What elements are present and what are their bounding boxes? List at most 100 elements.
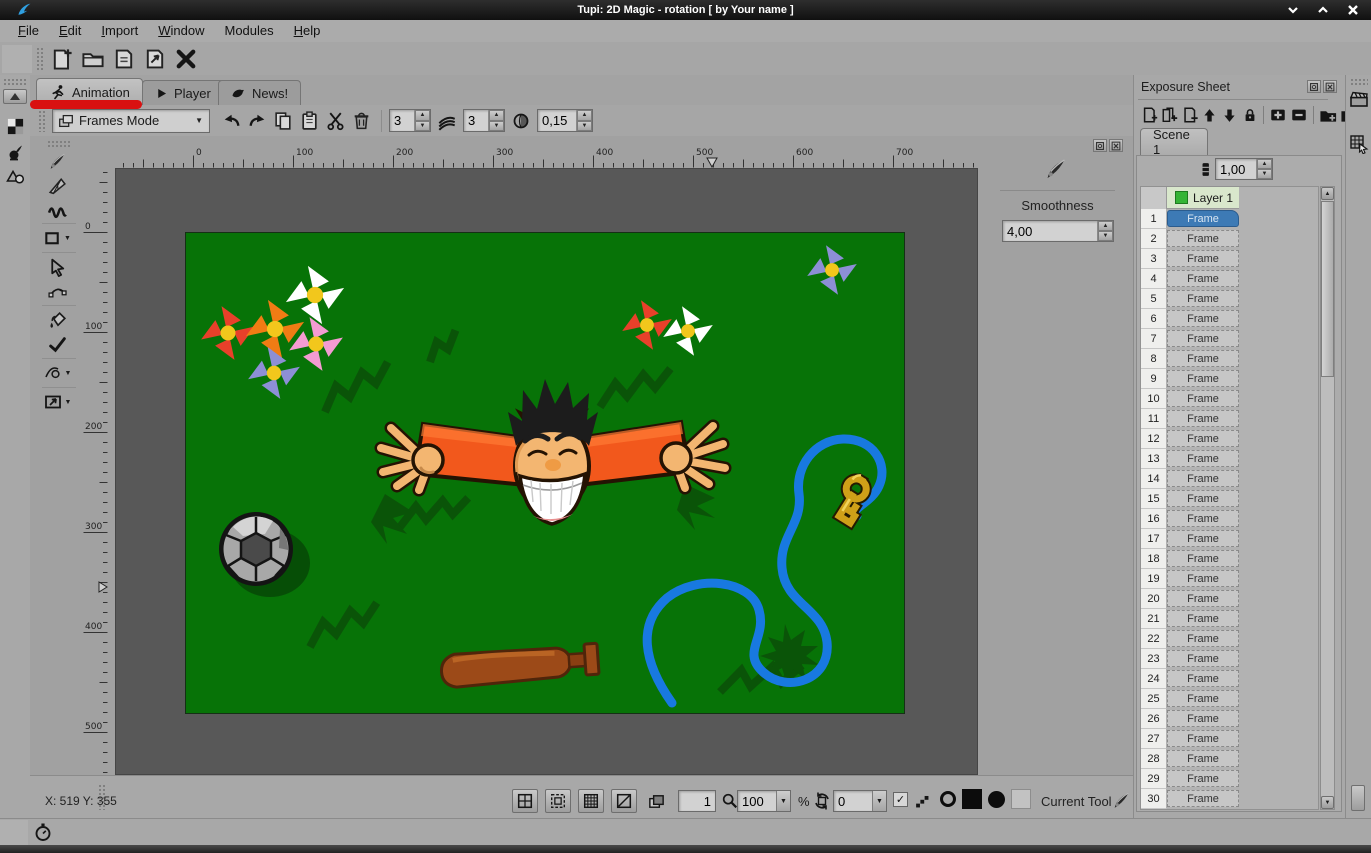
- exposure-restore-button[interactable]: [1307, 80, 1321, 93]
- frame-number-cell[interactable]: 5: [1141, 289, 1167, 309]
- frame-cell[interactable]: Frame: [1167, 550, 1239, 567]
- frame-cell[interactable]: Frame: [1167, 590, 1239, 607]
- close-project-button[interactable]: [172, 45, 200, 73]
- squiggle-tool-button[interactable]: [36, 197, 78, 221]
- lock-frame-button[interactable]: [1240, 104, 1259, 126]
- frame-cell[interactable]: Frame: [1167, 670, 1239, 687]
- ink-tool-button[interactable]: [36, 173, 78, 197]
- cut-frame-button[interactable]: [322, 108, 348, 134]
- frame-cell[interactable]: Frame: [1167, 490, 1239, 507]
- window-maximize-button[interactable]: [1317, 4, 1329, 16]
- pencil-tool-button[interactable]: [36, 149, 78, 173]
- move-frame-up-button[interactable]: [1200, 104, 1219, 126]
- frame-cell[interactable]: Frame: [1167, 390, 1239, 407]
- full-grid-toggle-button[interactable]: [578, 789, 604, 813]
- frame-number-cell[interactable]: 4: [1141, 269, 1167, 289]
- copies-input[interactable]: [390, 113, 414, 128]
- brushes-icon[interactable]: [4, 141, 26, 163]
- redo-button[interactable]: [244, 108, 270, 134]
- frame-cell[interactable]: Frame: [1167, 790, 1239, 807]
- rectangle-tool-button[interactable]: ▼: [36, 226, 78, 250]
- antialiasing-checkbox[interactable]: ✓: [893, 792, 908, 807]
- tool-palette-grip[interactable]: [47, 140, 71, 147]
- ellipse-tool-button[interactable]: ▼: [36, 361, 78, 385]
- safe-area-toggle-button[interactable]: [545, 789, 571, 813]
- library-shapes-icon[interactable]: [3, 165, 27, 187]
- frame-cell[interactable]: Frame: [1167, 650, 1239, 667]
- node-tool-button[interactable]: [36, 279, 78, 303]
- frame-number-cell[interactable]: 22: [1141, 629, 1167, 649]
- frame-cell[interactable]: Frame: [1167, 750, 1239, 767]
- insert-scene-button[interactable]: [1318, 104, 1338, 126]
- frame-cell[interactable]: Frame: [1167, 330, 1239, 347]
- scrollbar-up-button[interactable]: ▲: [1321, 187, 1334, 200]
- left-dock-grip[interactable]: [3, 78, 27, 86]
- frames-scrollbar[interactable]: ▲ ▼: [1320, 186, 1335, 810]
- onion-prev-input[interactable]: [464, 113, 488, 128]
- menu-modules[interactable]: Modules: [214, 20, 283, 42]
- frame-number-cell[interactable]: 26: [1141, 709, 1167, 729]
- right-dock-handle[interactable]: [1351, 785, 1365, 811]
- tab-player[interactable]: Player: [142, 80, 224, 105]
- import-project-button[interactable]: [141, 45, 169, 73]
- frame-cell[interactable]: Frame: [1167, 470, 1239, 487]
- frame-number-cell[interactable]: 6: [1141, 309, 1167, 329]
- frame-number-cell[interactable]: 24: [1141, 669, 1167, 689]
- frame-number-cell[interactable]: 1: [1141, 209, 1167, 229]
- frame-number-cell[interactable]: 17: [1141, 529, 1167, 549]
- window-close-button[interactable]: [1347, 4, 1359, 16]
- fill-square-swatch[interactable]: [962, 789, 982, 809]
- frame-number-cell[interactable]: 11: [1141, 409, 1167, 429]
- frame-number-cell[interactable]: 23: [1141, 649, 1167, 669]
- open-project-button[interactable]: [79, 45, 107, 73]
- onion-layers-icon[interactable]: [434, 108, 460, 134]
- scenes-manager-icon[interactable]: [1348, 88, 1370, 110]
- frame-number-cell[interactable]: 8: [1141, 349, 1167, 369]
- menu-file[interactable]: File: [8, 20, 49, 42]
- frame-cell[interactable]: Frame: [1167, 370, 1239, 387]
- onion-prev-spin-buttons[interactable]: ▲▼: [488, 110, 504, 131]
- save-project-button[interactable]: [110, 45, 138, 73]
- proportion-toggle-button[interactable]: [611, 789, 637, 813]
- frame-number-field[interactable]: [678, 790, 716, 812]
- fill-circle-swatch[interactable]: [988, 791, 1005, 808]
- frame-cell[interactable]: Frame: [1167, 450, 1239, 467]
- export-tool-button[interactable]: ▼: [36, 390, 78, 414]
- drawing-canvas[interactable]: [185, 232, 905, 714]
- frame-number-cell[interactable]: 27: [1141, 729, 1167, 749]
- frame-cell[interactable]: Frame: [1167, 770, 1239, 787]
- rotation-dropdown-button[interactable]: ▼: [872, 791, 886, 811]
- render-steps-icon[interactable]: [912, 791, 932, 811]
- scrollbar-thumb[interactable]: [1321, 201, 1334, 377]
- remove-frame-button[interactable]: [1180, 104, 1199, 126]
- collapse-up-button[interactable]: [3, 89, 27, 104]
- frame-cell[interactable]: Frame: [1167, 410, 1239, 427]
- frame-number-cell[interactable]: 18: [1141, 549, 1167, 569]
- tab-news[interactable]: News!: [218, 80, 301, 105]
- grid-toggle-button[interactable]: [512, 789, 538, 813]
- frame-cell[interactable]: Frame: [1167, 430, 1239, 447]
- fill-tool-button[interactable]: [36, 308, 78, 332]
- frame-cell[interactable]: Frame: [1167, 510, 1239, 527]
- new-project-button[interactable]: [48, 45, 76, 73]
- right-dock-grip[interactable]: [1350, 78, 1368, 85]
- smoothness-input[interactable]: [1003, 224, 1097, 239]
- insert-frames-button[interactable]: [1160, 104, 1179, 126]
- menu-import[interactable]: Import: [91, 20, 148, 42]
- paste-frame-button[interactable]: [296, 108, 322, 134]
- frame-number-cell[interactable]: 16: [1141, 509, 1167, 529]
- frame-cell-selected[interactable]: Frame: [1167, 210, 1239, 227]
- delete-frame-button[interactable]: [348, 108, 374, 134]
- scene-tab[interactable]: Scene 1: [1140, 128, 1208, 155]
- frame-cell[interactable]: Frame: [1167, 310, 1239, 327]
- layer-column-header[interactable]: Layer 1: [1167, 187, 1239, 209]
- frame-number-cell[interactable]: 29: [1141, 769, 1167, 789]
- frame-cell[interactable]: Frame: [1167, 630, 1239, 647]
- copies-spin-buttons[interactable]: ▲▼: [414, 110, 430, 131]
- insert-frame-button[interactable]: [1140, 104, 1159, 126]
- frame-number-cell[interactable]: 20: [1141, 589, 1167, 609]
- frame-cell[interactable]: Frame: [1167, 350, 1239, 367]
- frame-cell[interactable]: Frame: [1167, 570, 1239, 587]
- menu-edit[interactable]: Edit: [49, 20, 91, 42]
- layer-opacity-spinbox[interactable]: ▲▼: [1215, 158, 1273, 180]
